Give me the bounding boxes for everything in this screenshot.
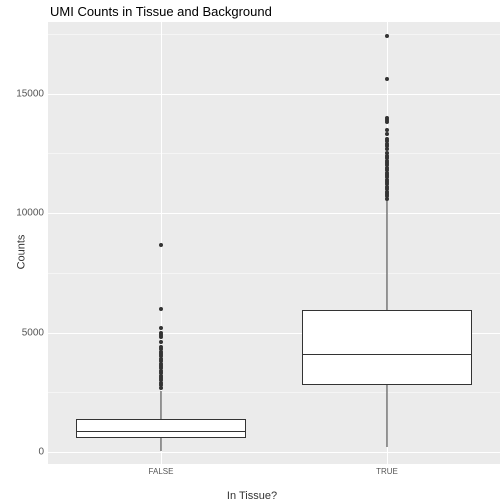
outlier-point [385,116,389,120]
x-tick-label: FALSE [149,467,174,476]
outlier-point [385,77,389,81]
y-tick-label: 15000 [16,88,44,99]
box [302,310,472,385]
whisker-lower [387,385,388,447]
plot-area [48,22,500,464]
outlier-point [159,331,163,335]
box-group [302,22,472,464]
outlier-point [159,326,163,330]
median-line [302,354,472,355]
outlier-point [385,137,389,141]
box-group [76,22,246,464]
whisker-lower [161,438,162,451]
outlier-point [159,340,163,344]
median-line [76,431,246,432]
outlier-point [385,151,389,155]
x-tick-label: TRUE [376,467,398,476]
y-tick-label: 5000 [22,327,44,338]
box [76,419,246,438]
whisker-upper [387,201,388,310]
outlier-point [159,243,163,247]
outlier-point [385,132,389,136]
y-axis-label: Counts [15,235,27,270]
outlier-point [159,307,163,311]
outlier-point [385,128,389,132]
y-tick-label: 10000 [16,208,44,219]
outlier-point [385,34,389,38]
chart-title: UMI Counts in Tissue and Background [50,4,272,19]
x-axis-label: In Tissue? [227,490,277,502]
outlier-point [159,345,163,349]
y-tick-label: 0 [38,447,44,458]
whisker-upper [161,391,162,418]
